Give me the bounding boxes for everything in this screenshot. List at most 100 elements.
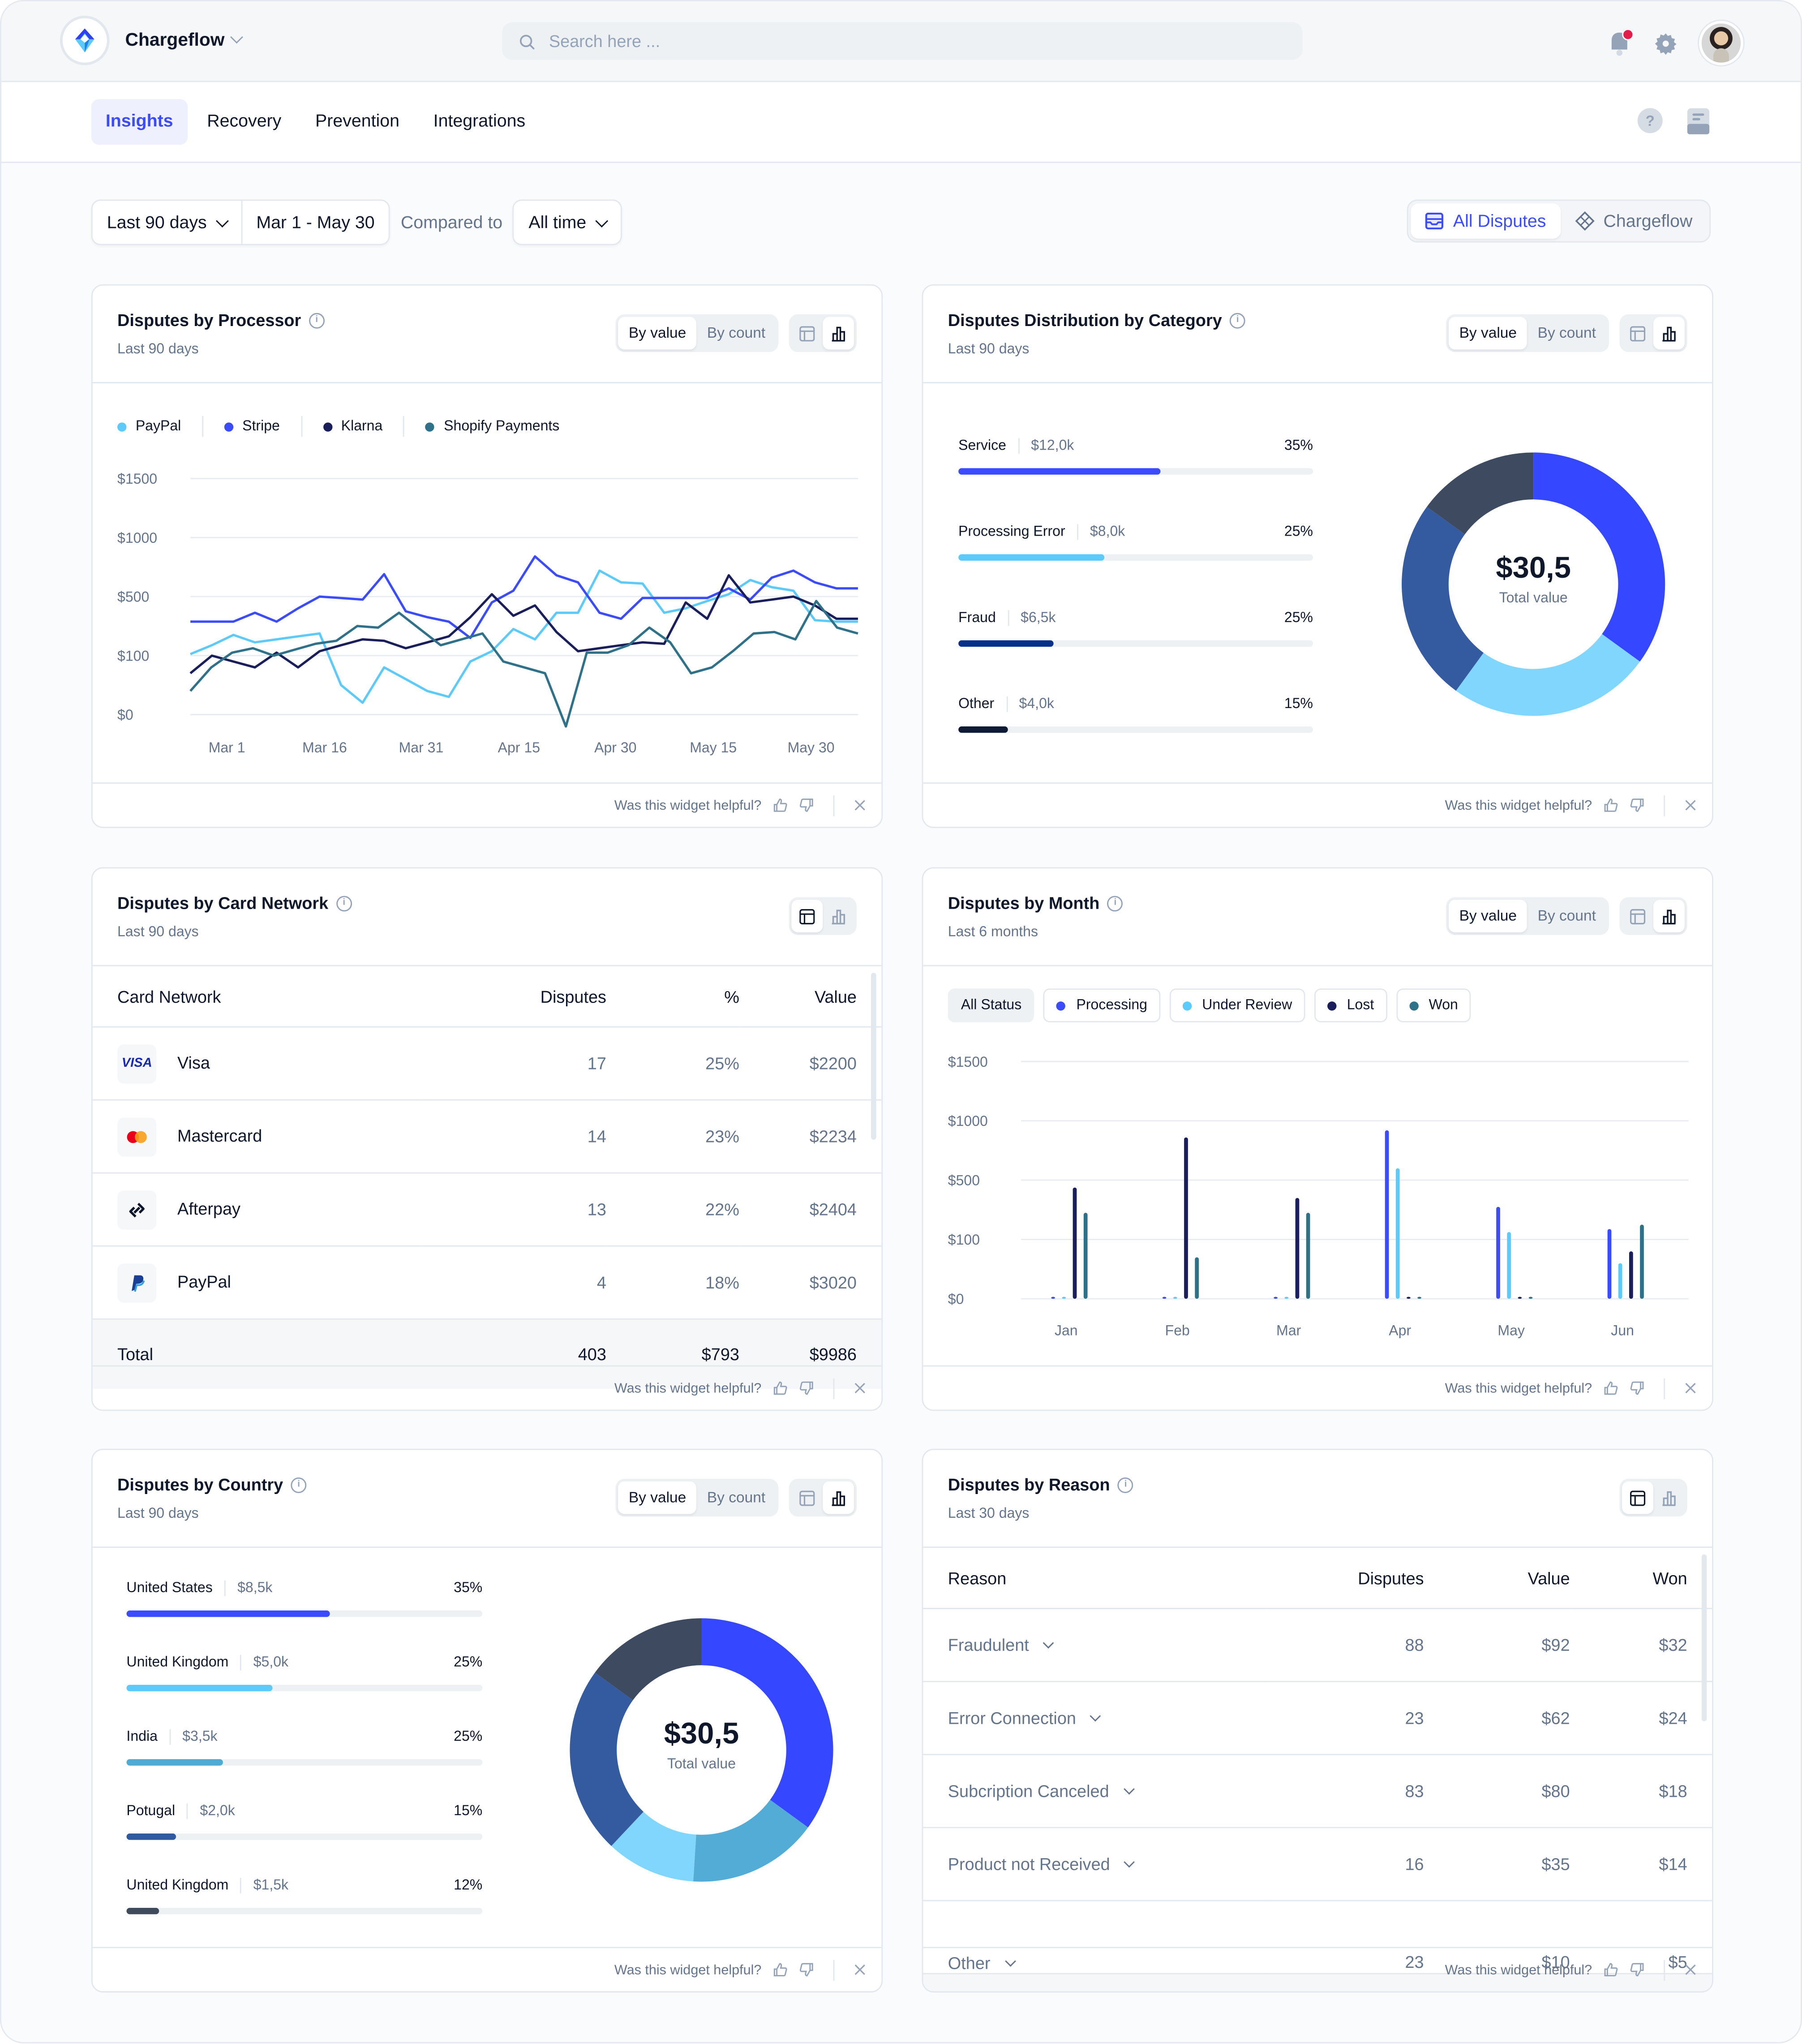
column-header[interactable]: % — [607, 966, 741, 1028]
range-dropdown[interactable]: Last 90 days — [93, 201, 241, 244]
thumbs-down-icon[interactable] — [1630, 798, 1644, 812]
legend-item-klarna[interactable]: Klarna — [322, 416, 405, 437]
date-range-field[interactable]: Mar 1 - May 30 — [240, 201, 389, 244]
search-bar[interactable] — [502, 22, 1303, 60]
thumbs-down-icon[interactable] — [799, 798, 814, 812]
all-disputes-button[interactable]: All Disputes — [1411, 203, 1561, 239]
thumbs-up-icon[interactable] — [773, 798, 788, 812]
table-row[interactable]: Product not Received 16 $35 $14 — [923, 1827, 1712, 1902]
thumbs-down-icon[interactable] — [1630, 1381, 1644, 1395]
bar-under-review-feb[interactable] — [1173, 1297, 1177, 1299]
gear-icon[interactable] — [1653, 30, 1678, 55]
tab-insights[interactable]: Insights — [91, 99, 188, 145]
docs-icon[interactable] — [1687, 107, 1710, 134]
chevron-down-icon[interactable] — [1043, 1637, 1054, 1649]
table-view-button[interactable] — [791, 1481, 823, 1514]
bar-under-review-apr[interactable] — [1395, 1168, 1400, 1299]
column-header[interactable]: Card Network — [92, 966, 423, 1028]
chart-view-button[interactable] — [823, 900, 854, 932]
table-view-button[interactable] — [1622, 317, 1653, 350]
user-avatar[interactable] — [1699, 21, 1743, 65]
reason-cell[interactable]: Fraudulent — [923, 1608, 1266, 1683]
close-icon[interactable] — [854, 799, 866, 811]
series-line-klarna[interactable] — [189, 574, 858, 674]
chip-all-status[interactable]: All Status — [948, 988, 1035, 1022]
table-row[interactable]: Error Connection 23 $62 $24 — [923, 1681, 1712, 1756]
legend-item-shopify[interactable]: Shopify Payments — [425, 416, 580, 437]
bar-processing-may[interactable] — [1496, 1207, 1500, 1299]
bar-won-jun[interactable] — [1640, 1224, 1644, 1299]
by-value-button[interactable]: By value — [1449, 317, 1527, 350]
workspace-switcher[interactable]: Chargeflow — [125, 29, 244, 50]
bar-lost-feb[interactable] — [1184, 1137, 1188, 1299]
column-header[interactable]: Disputes — [1266, 1548, 1425, 1610]
column-header[interactable]: Won — [1571, 1548, 1712, 1610]
reason-cell[interactable]: Subcription Canceled — [923, 1754, 1266, 1829]
thumbs-up-icon[interactable] — [773, 1381, 788, 1395]
bar-lost-jan[interactable] — [1073, 1187, 1077, 1299]
table-scrollbar[interactable] — [1701, 1554, 1707, 1722]
bar-won-may[interactable] — [1528, 1297, 1533, 1299]
column-header[interactable]: Reason — [923, 1548, 1266, 1610]
tab-recovery[interactable]: Recovery — [193, 99, 296, 145]
bar-processing-mar[interactable] — [1274, 1297, 1278, 1299]
info-icon[interactable]: i — [336, 895, 352, 911]
reason-cell[interactable]: Error Connection — [923, 1681, 1266, 1756]
compare-dropdown[interactable]: All time — [513, 199, 622, 245]
thumbs-up-icon[interactable] — [773, 1962, 788, 1977]
table-view-button[interactable] — [1622, 1481, 1654, 1514]
column-header[interactable]: Value — [740, 966, 882, 1028]
bar-under-review-may[interactable] — [1507, 1232, 1511, 1299]
chevron-down-icon[interactable] — [1124, 1856, 1135, 1868]
bar-processing-apr[interactable] — [1385, 1130, 1389, 1299]
bar-processing-feb[interactable] — [1162, 1297, 1167, 1299]
bar-won-apr[interactable] — [1417, 1297, 1421, 1299]
help-icon[interactable]: ? — [1636, 107, 1664, 134]
chip-processing[interactable]: Processing — [1043, 988, 1161, 1022]
donut-slice-processing-error[interactable] — [1456, 634, 1640, 716]
bar-won-mar[interactable] — [1306, 1212, 1310, 1299]
search-input[interactable] — [546, 30, 1282, 52]
thumbs-down-icon[interactable] — [799, 1381, 814, 1395]
chart-view-button[interactable] — [1653, 1481, 1685, 1514]
info-icon[interactable]: i — [291, 1477, 307, 1493]
info-icon[interactable]: i — [1107, 895, 1123, 911]
by-count-button[interactable]: By count — [1527, 317, 1606, 350]
chip-won[interactable]: Won — [1396, 988, 1471, 1022]
table-row[interactable]: Subcription Canceled 83 $80 $18 — [923, 1754, 1712, 1829]
bar-under-review-mar[interactable] — [1284, 1297, 1289, 1299]
table-row[interactable]: VISA Visa 17 25% $2200 — [92, 1026, 882, 1101]
notifications-button[interactable] — [1606, 29, 1634, 57]
bar-lost-jun[interactable] — [1629, 1251, 1633, 1299]
table-row[interactable]: Fraudulent 88 $92 $32 — [923, 1608, 1712, 1683]
tab-prevention[interactable]: Prevention — [301, 99, 414, 145]
chip-under-review[interactable]: Under Review — [1169, 988, 1305, 1022]
reason-cell[interactable]: Product not Received — [923, 1827, 1266, 1902]
table-view-button[interactable] — [791, 900, 823, 932]
close-icon[interactable] — [854, 1382, 866, 1394]
thumbs-down-icon[interactable] — [1630, 1962, 1644, 1977]
series-line-shopify-payments[interactable] — [189, 600, 858, 728]
bar-won-feb[interactable] — [1195, 1257, 1199, 1299]
bar-processing-jan[interactable] — [1051, 1297, 1055, 1299]
by-value-button[interactable]: By value — [618, 317, 697, 350]
info-icon[interactable]: i — [1230, 312, 1246, 328]
legend-item-stripe[interactable]: Stripe — [224, 416, 302, 437]
bar-lost-apr[interactable] — [1407, 1297, 1411, 1299]
column-header[interactable]: Disputes — [422, 966, 608, 1028]
bar-under-review-jun[interactable] — [1618, 1263, 1622, 1299]
column-header[interactable]: Value — [1425, 1548, 1571, 1610]
info-icon[interactable]: i — [1118, 1477, 1134, 1493]
chargeflow-button[interactable]: Chargeflow — [1560, 203, 1707, 239]
table-row[interactable]: PayPal 4 18% $3020 — [92, 1246, 882, 1320]
table-view-button[interactable] — [791, 317, 823, 350]
bar-processing-jun[interactable] — [1607, 1229, 1612, 1299]
bar-under-review-jan[interactable] — [1062, 1297, 1066, 1299]
info-icon[interactable]: i — [309, 312, 325, 328]
bar-lost-mar[interactable] — [1295, 1198, 1300, 1299]
compare-select[interactable]: All time — [514, 201, 620, 244]
thumbs-up-icon[interactable] — [1604, 1381, 1618, 1395]
bar-won-jan[interactable] — [1083, 1212, 1088, 1299]
chart-view-button[interactable] — [1653, 317, 1685, 350]
thumbs-up-icon[interactable] — [1604, 798, 1618, 812]
